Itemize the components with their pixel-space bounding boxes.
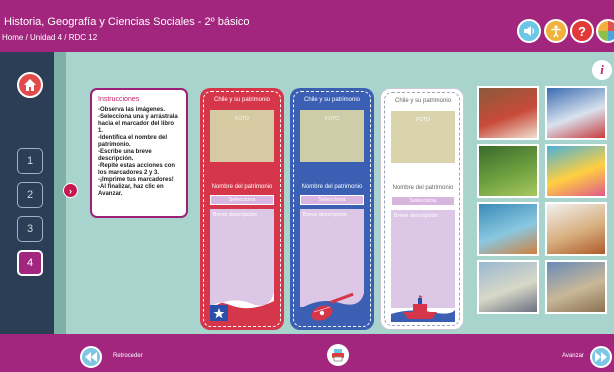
mermaid-photo[interactable] <box>545 144 607 198</box>
bookmark-card-3[interactable]: Chile y su patrimonio FOTO Nombre del pa… <box>380 88 464 330</box>
canoe-photo[interactable] <box>477 202 539 256</box>
card-header: Chile y su patrimonio <box>394 98 452 104</box>
printer-icon <box>332 349 344 362</box>
name-label: Nombre del patrimonio <box>301 184 363 190</box>
unit-button-4[interactable]: 4 <box>17 250 43 276</box>
photo-hint: FOTO <box>416 117 430 123</box>
unit-button-2[interactable]: 2 <box>17 182 43 208</box>
photo-dropzone[interactable]: FOTO <box>391 111 455 163</box>
instructions-body: -Observa las imágenes. -Selecciona una y… <box>98 107 178 197</box>
instructions-panel: Instrucciones -Observa las imágenes. -Se… <box>90 88 188 218</box>
unit-button-1[interactable]: 1 <box>17 148 43 174</box>
photo-hint: FOTO <box>235 116 249 122</box>
unit-button-3[interactable]: 3 <box>17 216 43 242</box>
card-header: Chile y su patrimonio <box>213 97 271 103</box>
breadcrumb[interactable]: Home / Unidad 4 / RDC 12 <box>2 33 97 42</box>
back-label[interactable]: Retroceder <box>113 353 143 359</box>
bottom-bar: Retroceder Avanzar <box>0 334 614 372</box>
apps-icon[interactable] <box>596 19 614 43</box>
name-label: Nombre del patrimonio <box>392 185 454 191</box>
photo-hint: FOTO <box>325 116 339 122</box>
home-icon <box>24 79 36 91</box>
heritage-select[interactable]: Selecciona <box>210 195 274 205</box>
info-icon[interactable]: i <box>592 60 612 80</box>
accessibility-icon[interactable] <box>544 19 568 43</box>
bay-photo[interactable] <box>477 260 539 314</box>
heritage-select[interactable]: Selecciona <box>391 196 455 206</box>
leaves-photo[interactable] <box>477 144 539 198</box>
next-button[interactable] <box>590 346 612 368</box>
bookmark-card-2[interactable]: Chile y su patrimonio FOTO Nombre del pa… <box>290 88 374 330</box>
course-title: Historia, Geografía y Ciencias Sociales … <box>4 16 250 28</box>
next-label[interactable]: Avanzar <box>562 353 584 359</box>
spinning-top-photo[interactable] <box>545 202 607 256</box>
speaker-icon[interactable] <box>517 19 541 43</box>
fast-forward-icon <box>595 352 607 362</box>
photo-dropzone[interactable]: FOTO <box>300 110 364 162</box>
home-button[interactable] <box>17 72 43 98</box>
card-header: Chile y su patrimonio <box>303 97 361 103</box>
rewind-icon <box>85 352 97 362</box>
bookmark-card-1[interactable]: Chile y su patrimonio FOTO Nombre del pa… <box>200 88 284 330</box>
top-bar: Historia, Geografía y Ciencias Sociales … <box>0 0 614 52</box>
name-label: Nombre del patrimonio <box>211 184 273 190</box>
dancers-photo[interactable] <box>477 86 539 140</box>
building-photo[interactable] <box>545 260 607 314</box>
print-button[interactable] <box>327 344 349 366</box>
cueca-dancers-photo[interactable] <box>545 86 607 140</box>
help-icon[interactable]: ? <box>570 19 594 43</box>
heritage-select[interactable]: Selecciona <box>300 195 364 205</box>
guitar-icon <box>300 292 364 321</box>
chile-flag-icon <box>210 291 274 321</box>
unit-sidebar: 1 2 3 4 <box>0 52 54 372</box>
back-button[interactable] <box>80 346 102 368</box>
ship-icon <box>391 295 455 322</box>
instructions-title: Instrucciones <box>98 96 140 103</box>
photo-dropzone[interactable]: FOTO <box>210 110 274 162</box>
chevron-right-icon[interactable]: › <box>63 183 78 198</box>
